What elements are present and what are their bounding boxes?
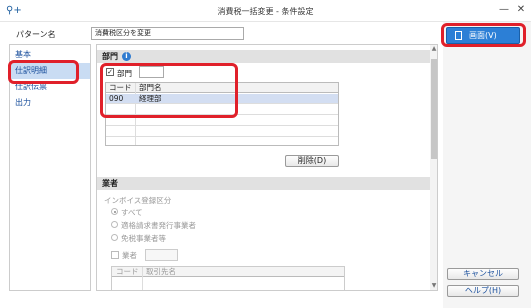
sidebar: 基本 仕訳明細 仕訳伝票 出力 <box>9 44 91 291</box>
vendor-section-title: 業者 <box>102 179 118 188</box>
screen-button-label: 画面(V) <box>469 31 497 40</box>
sidebar-item-output[interactable]: 出力 <box>10 95 90 111</box>
dept-code-input[interactable] <box>139 66 164 78</box>
dept-section-header: 部門 i <box>97 50 430 63</box>
radio-all[interactable] <box>111 208 118 215</box>
sidebar-item-journal-slip[interactable]: 仕訳伝票 <box>10 79 90 95</box>
close-icon[interactable]: ✕ <box>514 3 528 17</box>
vendor-section-header: 業者 <box>97 177 430 190</box>
delete-button[interactable]: 削除(D) <box>285 155 339 167</box>
dept-checkbox[interactable]: ✓ <box>106 68 114 76</box>
table-row[interactable] <box>106 105 338 115</box>
table-row[interactable] <box>106 116 338 126</box>
scroll-up-icon[interactable]: ▲ <box>430 45 437 53</box>
scroll-thumb[interactable] <box>431 59 437 159</box>
vendor-col-code: コード <box>116 267 139 276</box>
vendor-grid: コード 取引先名 <box>111 266 345 290</box>
invoice-label: インボイス登録区分 <box>104 196 172 205</box>
table-row[interactable] <box>106 127 338 137</box>
scrollbar[interactable]: ▲ ▼ <box>430 45 437 290</box>
vendor-col-name: 取引先名 <box>146 267 176 276</box>
vendor-checkbox[interactable] <box>111 251 119 259</box>
dept-col-code: コード <box>109 83 132 92</box>
dept-row-code: 090 <box>109 94 124 103</box>
radio-all-label: すべて <box>121 208 143 217</box>
action-panel <box>443 22 531 308</box>
sidebar-item-journal-detail[interactable]: 仕訳明細 <box>10 63 90 79</box>
table-row[interactable]: 090 経理部 <box>106 94 338 104</box>
radio-qualified-issuer[interactable] <box>111 221 118 228</box>
pattern-name-label: パターン名 <box>16 30 56 39</box>
dept-row-name: 経理部 <box>139 94 162 103</box>
radio-exempt[interactable] <box>111 234 118 241</box>
vendor-checkbox-label: 業者 <box>122 251 137 260</box>
title-bar: ⚲+ 消費税一括変更 - 条件設定 — ✕ <box>0 0 531 22</box>
dept-grid: コード 部門名 090 経理部 <box>105 82 339 146</box>
vendor-code-input[interactable] <box>145 249 178 261</box>
main-panel: 部門 i ✓ 部門 コード 部門名 090 経理部 削除(D) 業者 インボイス登… <box>96 44 438 291</box>
dept-col-name: 部門名 <box>139 83 162 92</box>
help-button[interactable]: ヘルプ(H) <box>447 285 519 297</box>
cancel-button[interactable]: キャンセル <box>447 268 519 280</box>
info-icon[interactable]: i <box>122 52 131 61</box>
screen-button[interactable]: 画面(V) <box>446 27 520 44</box>
dept-checkbox-label: 部門 <box>117 69 132 78</box>
radio-qualified-issuer-label: 適格請求書発行事業者 <box>121 221 196 230</box>
dept-section-title: 部門 <box>102 52 118 61</box>
window-title: 消費税一括変更 - 条件設定 <box>217 7 314 16</box>
pattern-name-input[interactable]: 消費税区分を変更 <box>91 27 244 40</box>
screen-icon <box>455 31 462 40</box>
radio-exempt-label: 免税事業者等 <box>121 234 166 243</box>
minimize-icon[interactable]: — <box>497 3 511 17</box>
sidebar-item-basic[interactable]: 基本 <box>10 47 90 63</box>
scroll-down-icon[interactable]: ▼ <box>430 282 437 290</box>
